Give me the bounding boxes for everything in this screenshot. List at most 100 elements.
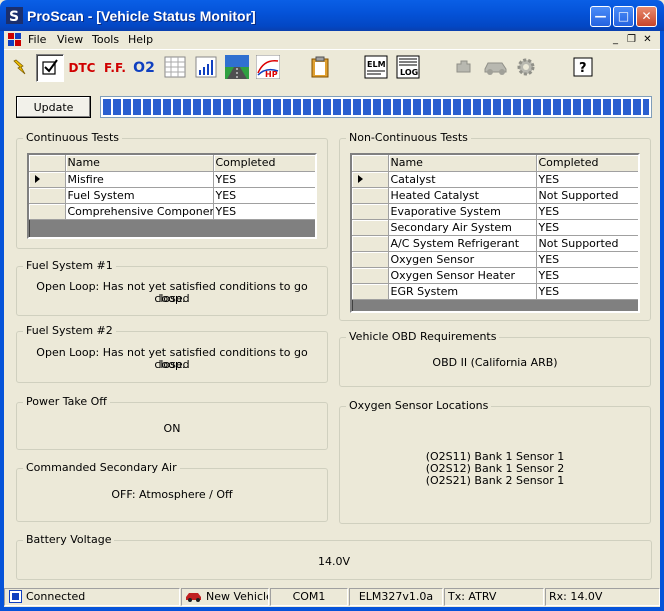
test-completed-cell: YES xyxy=(536,283,638,300)
progress-fill xyxy=(103,99,649,115)
engine-button[interactable] xyxy=(450,54,478,82)
fuel-system-1-group: Fuel System #1 Open Loop: Has not yet sa… xyxy=(16,259,328,316)
elm-button[interactable]: ELM xyxy=(362,54,390,82)
row-selector[interactable] xyxy=(352,187,389,204)
table-row[interactable]: Secondary Air System YES xyxy=(352,219,638,236)
menu-file[interactable]: File xyxy=(28,33,46,46)
clipboard-icon xyxy=(310,56,330,81)
power-take-off-group: Power Take Off ON xyxy=(16,395,328,450)
row-selector[interactable] xyxy=(352,203,389,220)
column-header-name[interactable]: Name xyxy=(388,155,537,172)
non-continuous-tests-group: Non-Continuous Tests Name Completed Cata… xyxy=(339,131,651,321)
table-row[interactable]: Heated Catalyst Not Supported xyxy=(352,187,638,204)
dyno-button[interactable]: HP xyxy=(254,54,282,82)
o2-button[interactable]: O2 xyxy=(130,54,158,82)
minimize-icon: — xyxy=(594,9,607,23)
window-frame-right xyxy=(660,31,664,611)
doc-icon[interactable] xyxy=(8,33,21,46)
power-take-off-value: ON xyxy=(163,422,181,435)
test-completed-cell: YES xyxy=(213,203,315,220)
graph-icon xyxy=(195,56,217,81)
test-name-cell: Heated Catalyst xyxy=(388,187,537,204)
maximize-button[interactable]: □ xyxy=(613,6,634,27)
svg-text:S: S xyxy=(9,9,19,24)
group-title: Fuel System #2 xyxy=(23,324,116,337)
minimize-button[interactable]: — xyxy=(590,6,611,27)
test-completed-cell: YES xyxy=(536,203,638,220)
obd-requirements-group: Vehicle OBD Requirements OBD II (Califor… xyxy=(339,330,651,387)
engine-icon xyxy=(454,57,474,80)
row-selector-arrow[interactable] xyxy=(352,171,389,188)
car-button[interactable] xyxy=(480,54,512,82)
row-selector[interactable] xyxy=(352,251,389,268)
row-selector[interactable] xyxy=(352,283,389,300)
help-button[interactable]: ? xyxy=(569,54,597,82)
menu-tools[interactable]: Tools xyxy=(92,33,119,46)
row-selector[interactable] xyxy=(29,203,66,220)
mdi-minimize-button[interactable]: _ xyxy=(608,33,623,46)
menu-view[interactable]: View xyxy=(57,33,83,46)
group-title: Non-Continuous Tests xyxy=(346,131,471,144)
window-frame-bottom xyxy=(0,607,664,611)
group-title: Fuel System #1 xyxy=(23,259,116,272)
table-row[interactable]: Misfire YES xyxy=(29,171,315,188)
non-continuous-tests-grid[interactable]: Name Completed Catalyst YES Heated Catalys… xyxy=(350,153,640,313)
status-interface: ELM327v1.0a xyxy=(349,588,443,606)
mdi-close-button[interactable]: ✕ xyxy=(640,33,655,46)
continuous-tests-grid[interactable]: Name Completed Misfire YES Fuel System YES C… xyxy=(27,153,317,239)
column-header-completed[interactable]: Completed xyxy=(213,155,315,172)
table-row[interactable]: Evaporative System YES xyxy=(352,203,638,220)
table-row[interactable]: A/C System Refrigerant Not Supported xyxy=(352,235,638,252)
app-icon[interactable]: S xyxy=(6,7,23,25)
column-header-completed[interactable]: Completed xyxy=(536,155,638,172)
update-button[interactable]: Update xyxy=(16,96,91,118)
test-completed-cell: YES xyxy=(536,171,638,188)
table-row[interactable]: Comprehensive Component YES xyxy=(29,203,315,220)
status-button[interactable] xyxy=(36,54,64,82)
table-row[interactable]: Oxygen Sensor YES xyxy=(352,251,638,268)
road-icon xyxy=(225,54,249,82)
test-name-cell: Secondary Air System xyxy=(388,219,537,236)
menu-help[interactable]: Help xyxy=(128,33,153,46)
table-row[interactable]: Oxygen Sensor Heater YES xyxy=(352,267,638,284)
toolbar: DTC F.F. O2 HP ELM LOG ? xyxy=(4,49,660,85)
close-icon: ✕ xyxy=(641,9,652,23)
close-button[interactable]: ✕ xyxy=(636,6,657,27)
battery-voltage-value: 14.0V xyxy=(317,555,351,568)
status-connection-text: Connected xyxy=(26,590,86,603)
test-completed-cell: YES xyxy=(536,267,638,284)
test-name-cell: Comprehensive Component xyxy=(65,203,214,220)
test-completed-cell: YES xyxy=(536,251,638,268)
continuous-tests-group: Continuous Tests Name Completed Misfire Y… xyxy=(16,131,328,249)
clipboard-button[interactable] xyxy=(306,54,334,82)
row-selector[interactable] xyxy=(352,219,389,236)
table-row[interactable]: Fuel System YES xyxy=(29,187,315,204)
group-title: Vehicle OBD Requirements xyxy=(346,330,500,343)
connect-button[interactable] xyxy=(6,54,34,82)
log-button[interactable]: LOG xyxy=(394,54,422,82)
status-vehicle: New Vehicle xyxy=(181,588,269,606)
row-selector[interactable] xyxy=(352,235,389,252)
window-title: ProScan - [Vehicle Status Monitor] xyxy=(27,8,256,24)
row-selector[interactable] xyxy=(29,187,66,204)
table-icon xyxy=(164,56,186,81)
test-name-cell: Oxygen Sensor xyxy=(388,251,537,268)
row-selector-arrow[interactable] xyxy=(29,171,66,188)
table-row[interactable]: Catalyst YES xyxy=(352,171,638,188)
elm-icon: ELM xyxy=(364,55,388,82)
table-row[interactable]: EGR System YES xyxy=(352,283,638,300)
mdi-restore-button[interactable]: ❐ xyxy=(624,33,639,46)
freeze-frame-button[interactable]: F.F. xyxy=(99,54,131,82)
gear-button[interactable] xyxy=(512,54,540,82)
column-header-name[interactable]: Name xyxy=(65,155,214,172)
help-icon: ? xyxy=(572,56,594,81)
fuel-system-2-status-line2: loop. xyxy=(158,358,186,371)
table-button[interactable] xyxy=(161,54,189,82)
graph-button[interactable] xyxy=(192,54,220,82)
row-selector[interactable] xyxy=(352,267,389,284)
commanded-secondary-air-group: Commanded Secondary Air OFF: Atmosphere … xyxy=(16,461,328,522)
dtc-button[interactable]: DTC xyxy=(68,54,96,82)
svg-text:?: ? xyxy=(579,61,587,76)
road-button[interactable] xyxy=(223,54,251,82)
fuel-system-2-group: Fuel System #2 Open Loop: Has not yet sa… xyxy=(16,324,328,383)
